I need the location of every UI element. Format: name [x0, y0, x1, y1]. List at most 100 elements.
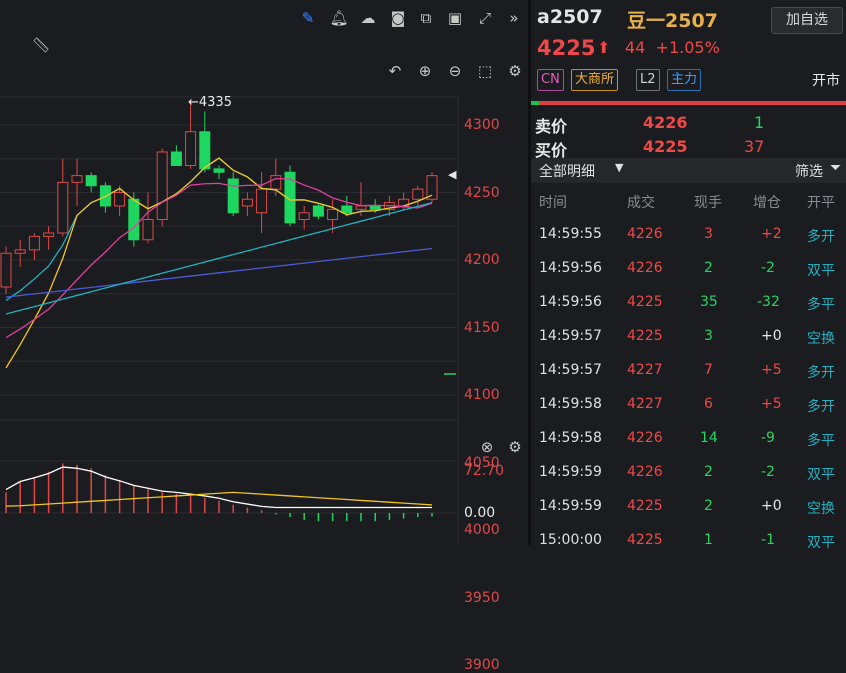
price-tick: 4000 — [464, 522, 500, 538]
ask-label: 卖价 — [535, 117, 568, 136]
price-tick: 4150 — [464, 319, 500, 336]
camera-icon[interactable]: ◙ — [387, 7, 409, 29]
chart-area[interactable]: ✎ 🔔︎ ☁︎ ◙ ⧉ ▣ ⤢ » 📏︎ ↶ ⊕ ⊖ ⬚ ⚙ ⊗ ⚙ ←4335… — [0, 0, 528, 673]
candle-body — [185, 131, 197, 166]
table-row[interactable]: 14:59:58 4226 14 -9 多平 — [531, 422, 846, 456]
settings-icon[interactable]: ⚙ — [504, 60, 526, 82]
candle-body — [199, 131, 211, 170]
select-icon[interactable]: ⬚ — [474, 60, 496, 82]
cell-oi: +2 — [761, 226, 782, 242]
cloud-icon[interactable]: ☁︎ — [357, 7, 379, 29]
header-oi: 增仓 — [753, 195, 781, 211]
cell-price: 4225 — [627, 498, 663, 514]
symbol-code: a2507 — [537, 6, 603, 28]
cell-price: 4225 — [627, 328, 663, 344]
ma-line-yellow — [5, 157, 433, 369]
cell-time: 14:59:56 — [539, 260, 602, 276]
table-row[interactable]: 14:59:59 4225 2 +0 空换 — [531, 490, 846, 524]
table-row[interactable]: 14:59:58 4227 6 +5 多开 — [531, 388, 846, 422]
collapse-icon[interactable]: » — [503, 7, 525, 29]
cell-type: 双平 — [807, 263, 835, 279]
cell-vol: 6 — [704, 396, 713, 412]
price-change: 44 +1.05% — [625, 38, 720, 57]
candle-body — [213, 168, 225, 173]
cell-vol: 1 — [704, 532, 713, 548]
table-row[interactable]: 14:59:55 4226 3 +2 多开 — [531, 218, 846, 252]
cell-time: 14:59:56 — [539, 294, 602, 310]
cell-time: 14:59:55 — [539, 226, 602, 242]
candle-body — [170, 151, 182, 166]
cell-price: 4226 — [627, 260, 663, 276]
cell-time: 14:59:57 — [539, 328, 602, 344]
indicator-settings-icon[interactable]: ⚙ — [504, 436, 526, 458]
cell-type: 多平 — [807, 297, 835, 313]
detail-dropdown[interactable]: 全部明细 — [539, 161, 595, 181]
cell-oi: +0 — [761, 328, 782, 344]
cell-price: 4225 — [627, 294, 663, 310]
filter-button[interactable]: 筛选 — [795, 161, 823, 181]
header-price: 成交 — [627, 195, 655, 211]
pen-icon[interactable]: ✎ — [297, 7, 319, 29]
ruler-icon[interactable]: 📏︎ — [30, 34, 52, 56]
cell-vol: 2 — [704, 464, 713, 480]
cell-oi: -9 — [761, 430, 775, 446]
cell-price: 4226 — [627, 430, 663, 446]
candle-body — [0, 252, 12, 288]
candle-body — [241, 198, 253, 207]
contract-name: 豆一2507 — [627, 10, 718, 32]
cell-time: 14:59:58 — [539, 430, 602, 446]
macd-tick-zero: 0.00 — [464, 505, 496, 521]
undo-icon[interactable]: ↶ — [384, 60, 406, 82]
zoom-in-icon[interactable]: ⊕ — [414, 60, 436, 82]
cell-oi: +5 — [761, 396, 782, 412]
add-watchlist-button[interactable]: 加自选 — [771, 7, 843, 34]
cell-oi: -1 — [761, 532, 775, 548]
table-row[interactable]: 14:59:59 4226 2 -2 双平 — [531, 456, 846, 490]
header-volume: 现手 — [694, 195, 722, 211]
cell-price: 4227 — [627, 396, 663, 412]
header-time: 时间 — [539, 195, 567, 211]
filter-icon[interactable]: ⏷ — [830, 160, 841, 176]
candle-body — [57, 181, 69, 234]
candle-body — [270, 175, 282, 190]
up-arrow-icon: ⬆ — [597, 38, 611, 57]
cell-oi: +0 — [761, 498, 782, 514]
cell-oi: -32 — [757, 294, 780, 310]
candle-body — [71, 175, 83, 183]
table-row[interactable]: 14:59:56 4226 2 -2 双平 — [531, 252, 846, 286]
tag-cn: CN — [537, 69, 564, 91]
ask-volume: 1 — [754, 113, 765, 132]
table-row[interactable]: 15:00:00 4225 1 -1 双平 — [531, 524, 846, 558]
cell-time: 14:59:59 — [539, 464, 602, 480]
zoom-out-icon[interactable]: ⊖ — [444, 60, 466, 82]
price-tick: 3900 — [464, 657, 500, 673]
cell-price: 4226 — [627, 464, 663, 480]
chevron-down-icon[interactable]: ▼ — [615, 161, 623, 174]
cell-vol: 3 — [704, 226, 713, 242]
market-status: 开市 — [812, 73, 840, 89]
bid-volume: 37 — [744, 137, 765, 156]
candle-body — [298, 212, 310, 220]
cell-time: 14:59:59 — [539, 498, 602, 514]
layers-icon[interactable]: ⧉ — [415, 7, 437, 29]
cell-type: 多开 — [807, 229, 835, 245]
cell-vol: 14 — [700, 430, 718, 446]
price-tick: 4100 — [464, 387, 500, 403]
filter-bar: 全部明细 ▼ 筛选 ⏷ — [531, 158, 846, 183]
ma-line-teal — [5, 201, 433, 315]
cell-type: 双平 — [807, 535, 835, 551]
order-ratio-bar — [531, 101, 846, 105]
monitor-icon[interactable]: ▣ — [444, 7, 466, 29]
cell-price: 4226 — [627, 226, 663, 242]
cell-vol: 35 — [700, 294, 718, 310]
cell-vol: 2 — [704, 498, 713, 514]
tag-l2: L2 — [636, 69, 660, 91]
tag-main: 主力 — [667, 69, 702, 91]
fullscreen-icon[interactable]: ⤢ — [474, 7, 496, 29]
table-row[interactable]: 14:59:57 4227 7 +5 多开 — [531, 354, 846, 388]
table-row[interactable]: 14:59:56 4225 35 -32 多平 — [531, 286, 846, 320]
ask-price: 4226 — [643, 113, 688, 132]
cell-time: 15:00:00 — [539, 532, 602, 548]
table-row[interactable]: 14:59:57 4225 3 +0 空换 — [531, 320, 846, 354]
bell-icon[interactable]: 🔔︎ — [328, 7, 350, 29]
